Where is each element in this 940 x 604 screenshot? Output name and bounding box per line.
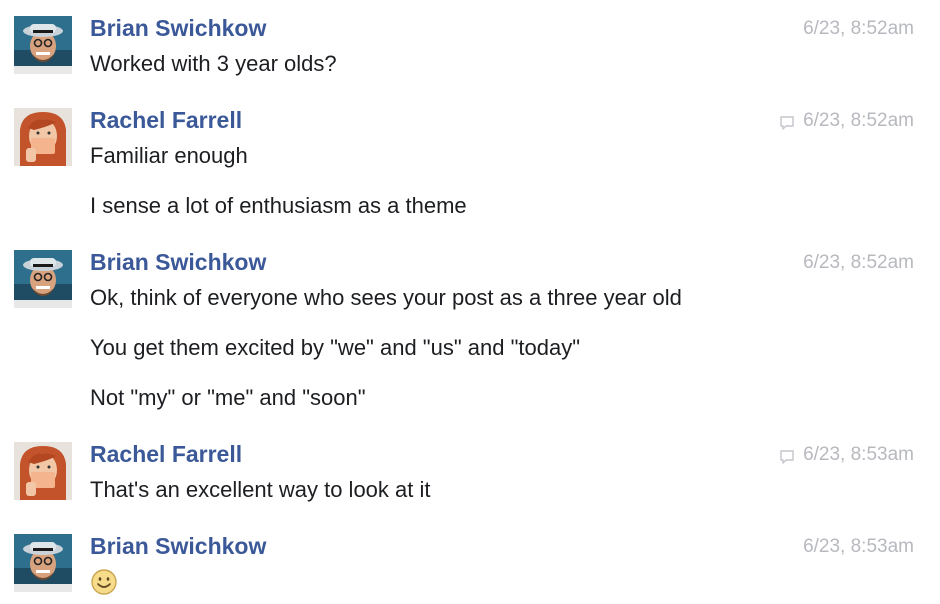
avatar-rachel-image [14, 108, 72, 166]
timestamp[interactable]: 6/23, 8:53am [803, 535, 914, 559]
avatar-brian-image [14, 16, 72, 74]
avatar-brian[interactable] [14, 250, 72, 308]
message-text: That's an excellent way to look at it [90, 477, 431, 502]
timestamp[interactable]: 6/23, 8:52am [803, 109, 914, 133]
seen-icon [780, 450, 794, 464]
sender-name[interactable]: Rachel Farrell [90, 106, 242, 134]
smiley-emoji-icon [91, 569, 117, 595]
avatar-brian[interactable] [14, 16, 72, 74]
sender-name[interactable]: Brian Swichkow [90, 248, 266, 276]
avatar-rachel[interactable] [14, 442, 72, 500]
sender-name[interactable]: Rachel Farrell [90, 440, 242, 468]
message-text: I sense a lot of enthusiasm as a theme [90, 193, 467, 218]
timestamp[interactable]: 6/23, 8:52am [803, 251, 914, 275]
message-meta: 6/23, 8:53am [779, 443, 914, 467]
message-meta: 6/23, 8:52am [803, 251, 914, 275]
message-text: Worked with 3 year olds? [90, 51, 337, 76]
message-text: Ok, think of everyone who sees your post… [90, 285, 682, 310]
avatar-rachel-image [14, 442, 72, 500]
seen-icon [780, 116, 794, 130]
message-meta: 6/23, 8:52am [779, 109, 914, 133]
message-text: You get them excited by "we" and "us" an… [90, 335, 581, 360]
avatar-rachel[interactable] [14, 108, 72, 166]
timestamp[interactable]: 6/23, 8:53am [803, 443, 914, 467]
sender-name[interactable]: Brian Swichkow [90, 14, 266, 42]
avatar-brian-image [14, 250, 72, 308]
message-thread: Brian Swichkow 6/23, 8:52am Worked with … [0, 0, 940, 604]
timestamp[interactable]: 6/23, 8:52am [803, 17, 914, 41]
message-text: Not "my" or "me" and "soon" [90, 385, 366, 410]
message-text: Familiar enough [90, 143, 248, 168]
message-meta: 6/23, 8:52am [803, 17, 914, 41]
avatar-brian[interactable] [14, 534, 72, 592]
avatar-brian-image [14, 534, 72, 592]
sender-name[interactable]: Brian Swichkow [90, 532, 266, 560]
message-meta: 6/23, 8:53am [803, 535, 914, 559]
